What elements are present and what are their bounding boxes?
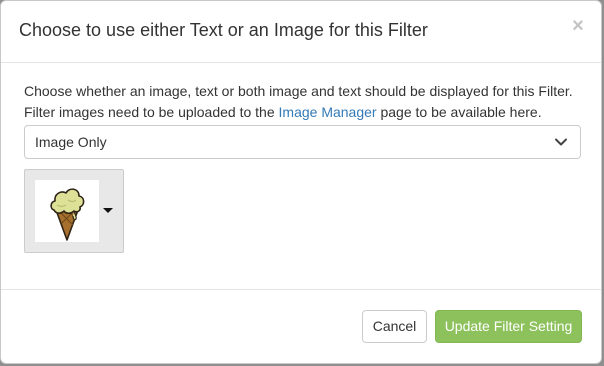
filter-image-thumbnail xyxy=(35,180,99,242)
modal-body: Choose whether an image, text or both im… xyxy=(1,63,601,289)
chevron-down-icon xyxy=(555,138,567,146)
description-text-end: page to be available here. xyxy=(376,104,542,120)
image-manager-link[interactable]: Image Manager xyxy=(279,104,377,120)
filter-image-picker[interactable] xyxy=(24,169,124,253)
display-type-select-value: Image Only xyxy=(35,134,107,150)
display-type-select[interactable]: Image Only xyxy=(24,125,581,159)
modal-title: Choose to use either Text or an Image fo… xyxy=(19,20,428,40)
modal-footer: Cancel Update Filter Setting xyxy=(1,289,601,363)
description-text: Choose whether an image, text or both im… xyxy=(24,81,584,123)
modal-header: Choose to use either Text or an Image fo… xyxy=(1,1,601,63)
ice-cream-cone-icon xyxy=(50,188,85,241)
update-filter-setting-button[interactable]: Update Filter Setting xyxy=(435,310,582,343)
caret-down-icon xyxy=(103,208,113,213)
cancel-button[interactable]: Cancel xyxy=(362,310,427,343)
filter-display-modal: Choose to use either Text or an Image fo… xyxy=(0,0,602,364)
close-button[interactable]: × xyxy=(569,15,587,37)
